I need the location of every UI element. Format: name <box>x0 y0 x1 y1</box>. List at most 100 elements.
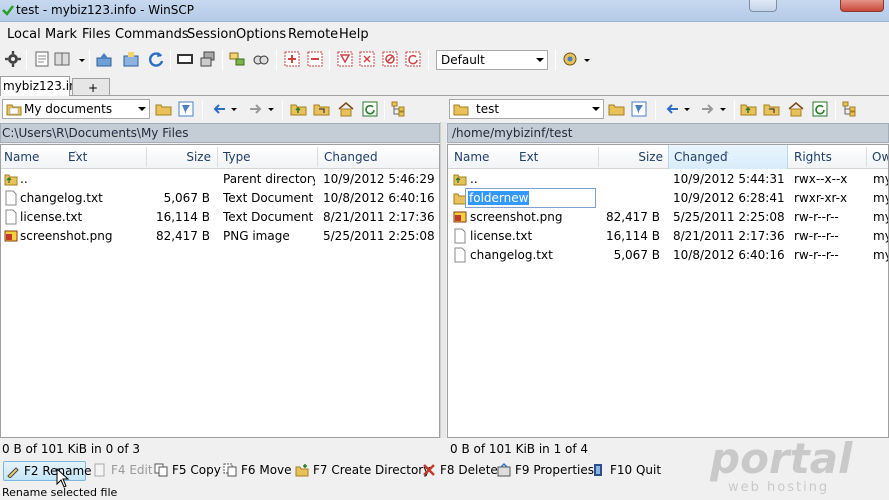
rename-input[interactable]: foldernew <box>465 188 596 208</box>
menu-commands[interactable]: Commands <box>115 27 189 42</box>
column-changed[interactable]: Changed <box>318 145 439 169</box>
quit-button[interactable]: F10 Quit <box>590 461 661 481</box>
table-row[interactable]: foldernew 10/9/2012 6:28:41 ... rwxr-xr-… <box>448 188 888 208</box>
column-size[interactable]: Size <box>147 145 213 169</box>
main-toolbar: Default <box>0 46 889 74</box>
left-file-list[interactable]: Name ^ Ext Size Type Changed .. Parent d… <box>0 144 440 438</box>
table-row[interactable]: license.txt 16,114 B 8/21/2011 2:17:36 .… <box>448 227 888 246</box>
menu-files[interactable]: Files <box>82 27 111 42</box>
home-directory-icon[interactable] <box>337 100 355 118</box>
unselect-files-icon[interactable] <box>306 50 324 68</box>
title-bar: test - mybiz123.info - WinSCP <box>0 0 889 22</box>
menu-help[interactable]: Help <box>339 27 369 42</box>
folder-icon <box>453 104 469 116</box>
menu-local[interactable]: Local <box>7 27 41 42</box>
back-arrow-icon[interactable] <box>210 100 228 118</box>
find-files-icon[interactable] <box>252 50 270 68</box>
refresh-icon[interactable] <box>147 50 165 68</box>
move-button[interactable]: F6 Move <box>221 461 292 481</box>
tree-view-icon[interactable] <box>390 100 408 118</box>
preferences-gear-icon[interactable] <box>4 50 22 68</box>
right-path-bar[interactable]: /home/mybizinf/test <box>447 123 889 143</box>
console-icon[interactable] <box>33 50 51 68</box>
chevron-down-icon <box>592 107 600 111</box>
home-directory-icon[interactable] <box>787 100 805 118</box>
refresh-selection-icon[interactable] <box>404 50 422 68</box>
table-row[interactable]: .. Parent directory 10/9/2012 5:46:29 ..… <box>1 170 439 189</box>
left-location-select[interactable]: My documents <box>2 99 150 119</box>
column-ext[interactable]: ^ Ext <box>63 145 143 169</box>
winscp-app-icon <box>2 5 14 16</box>
parent-directory-icon[interactable] <box>740 100 758 118</box>
left-path-bar[interactable]: C:\Users\R\Documents\My Files <box>0 123 440 143</box>
edit-icon <box>94 463 105 477</box>
table-row[interactable]: license.txt 16,114 B Text Document 8/21/… <box>1 208 439 227</box>
menu-remote[interactable]: Remote <box>288 27 338 42</box>
column-changed[interactable]: ^ Changed <box>668 145 788 169</box>
tree-view-icon[interactable] <box>841 100 859 118</box>
clear-selection-icon[interactable] <box>381 50 399 68</box>
text-file-icon <box>454 247 466 263</box>
properties-button[interactable]: F9 Properties <box>495 461 594 481</box>
menu-options[interactable]: Options <box>236 27 286 42</box>
filter-icon[interactable] <box>630 100 648 118</box>
right-location-select[interactable]: test <box>449 99 604 119</box>
queue-icon[interactable] <box>228 50 246 68</box>
keep-up-to-date-icon[interactable] <box>122 50 140 68</box>
refresh-icon[interactable] <box>811 100 829 118</box>
transfer-profile-select[interactable]: Default <box>436 50 548 70</box>
root-directory-icon[interactable] <box>763 100 781 118</box>
tab-new-session[interactable]: + <box>72 78 110 95</box>
menu-bar: Local Mark Files Commands Session Option… <box>0 22 889 46</box>
column-type[interactable]: Type <box>218 145 316 169</box>
table-row[interactable]: screenshot.png 82,417 B PNG image 5/25/2… <box>1 227 439 246</box>
refresh-icon[interactable] <box>361 100 379 118</box>
minimize-button[interactable] <box>749 0 777 12</box>
open-folder-icon[interactable] <box>155 100 173 118</box>
transfer-settings-icon[interactable] <box>561 50 579 68</box>
text-file-icon <box>5 190 17 206</box>
right-file-list[interactable]: Name Ext Size ^ Changed Rights Ow .. 10/… <box>447 144 889 438</box>
forward-arrow-icon[interactable] <box>699 100 717 118</box>
root-directory-icon[interactable] <box>313 100 331 118</box>
table-row[interactable]: changelog.txt 5,067 B Text Document 10/8… <box>1 189 439 208</box>
quit-icon <box>594 464 602 476</box>
image-file-icon <box>453 211 467 223</box>
copy-button[interactable]: F5 Copy <box>152 461 221 481</box>
synchronize-icon[interactable] <box>95 50 113 68</box>
compare-directories-icon[interactable] <box>53 50 71 68</box>
menu-session[interactable]: Session <box>187 27 237 42</box>
table-row[interactable]: .. 10/9/2012 5:44:31 ... rwx--x--x my <box>448 170 888 189</box>
window-title: test - mybiz123.info - WinSCP <box>16 3 195 17</box>
column-owner[interactable]: Ow <box>867 145 888 169</box>
open-folder-icon[interactable] <box>608 100 626 118</box>
forward-arrow-icon[interactable] <box>247 100 265 118</box>
edit-button[interactable]: F4 Edit <box>91 461 153 481</box>
invert-selection-icon[interactable] <box>358 50 376 68</box>
table-row[interactable]: changelog.txt 5,067 B 10/8/2012 6:40:16 … <box>448 246 888 265</box>
column-name[interactable]: Name <box>1 145 61 169</box>
column-rights[interactable]: Rights <box>789 145 865 169</box>
right-panel-toolbar: test <box>447 96 889 122</box>
terminal-icon[interactable] <box>176 50 194 68</box>
parent-directory-icon[interactable] <box>290 100 308 118</box>
table-row[interactable]: screenshot.png 82,417 B 5/25/2011 2:25:0… <box>448 208 888 227</box>
rename-button[interactable]: F2 Rename <box>3 461 92 481</box>
create-directory-button[interactable]: F7 Create Directory <box>293 461 430 481</box>
column-name[interactable]: Name <box>448 145 508 169</box>
column-size[interactable]: Size <box>599 145 667 169</box>
menu-mark[interactable]: Mark <box>45 27 77 42</box>
rename-icon <box>7 467 19 478</box>
delete-button[interactable]: F8 Delete <box>420 461 498 481</box>
close-button[interactable] <box>840 0 884 12</box>
select-files-icon[interactable] <box>283 50 301 68</box>
filter-icon[interactable] <box>177 100 195 118</box>
right-location-value: test <box>476 102 500 116</box>
copy-icon <box>154 463 168 477</box>
putty-icon[interactable] <box>199 50 217 68</box>
filter-icon[interactable] <box>336 50 354 68</box>
tab-mybiz123-info[interactable]: mybiz123.info <box>0 76 88 96</box>
column-ext[interactable]: Ext <box>510 145 595 169</box>
back-arrow-icon[interactable] <box>663 100 681 118</box>
panel-splitter[interactable] <box>440 122 446 438</box>
